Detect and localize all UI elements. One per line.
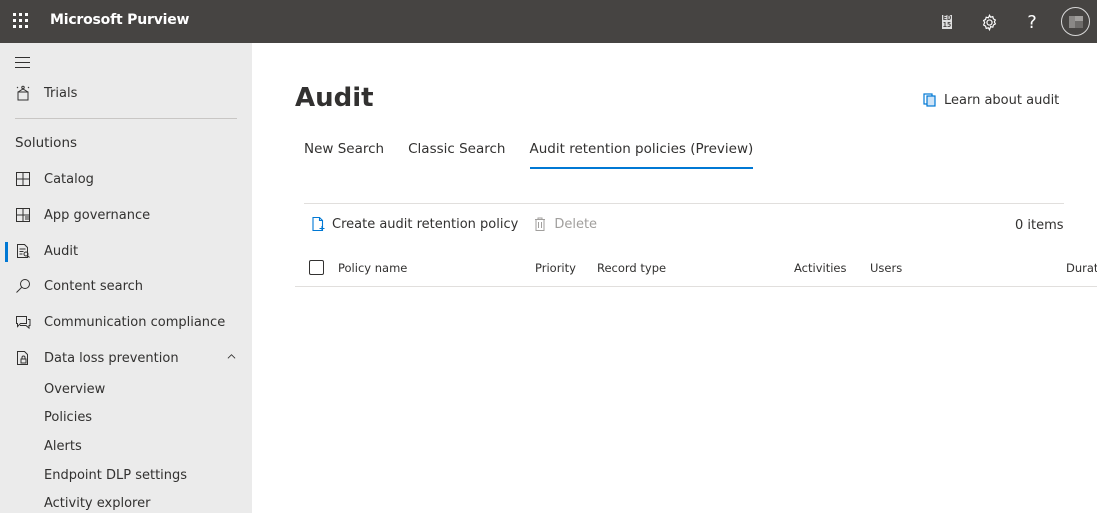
select-all-checkbox[interactable] [309,260,324,275]
dlp-icon [14,349,32,367]
sidebar-item-communication-compliance[interactable]: Communication compliance [0,306,252,338]
sidebar: Trials Solutions Catalog App governance … [0,43,252,513]
sidebar-subitem-overview[interactable]: Overview [44,382,105,397]
sidebar-item-label: Data loss prevention [44,350,179,366]
create-policy-label: Create audit retention policy [332,216,519,232]
trials-icon [14,84,32,102]
new-document-icon [312,216,325,232]
user-avatar[interactable] [1061,7,1090,36]
sidebar-item-content-search[interactable]: Content search [0,270,252,302]
command-bar: Create audit retention policy Delete [310,216,611,232]
trash-icon [535,217,546,231]
top-bar: Microsoft Purview ED 15 ? [0,0,1097,43]
sidebar-subitem-activity-explorer[interactable]: Activity explorer [44,496,150,511]
learn-about-audit-link[interactable]: Learn about audit [922,92,1059,108]
sidebar-item-app-governance[interactable]: App governance [0,199,252,231]
sidebar-subitem-policies[interactable]: Policies [44,410,92,425]
delete-button[interactable]: Delete [532,216,597,232]
sidebar-item-trials[interactable]: Trials [0,77,252,109]
create-policy-button[interactable]: Create audit retention policy [310,216,518,232]
chevron-up-icon[interactable] [227,352,236,361]
settings-gear-icon[interactable] [977,10,1001,34]
sidebar-item-label: Catalog [44,171,94,187]
table-header: Policy name Priority Record type Activit… [295,251,1097,287]
sidebar-item-label: Communication compliance [44,314,226,330]
learn-link-label: Learn about audit [944,92,1060,108]
sidebar-item-label: App governance [44,207,151,223]
delete-label: Delete [554,216,598,232]
hamburger-menu-icon[interactable] [15,57,30,68]
app-launcher-icon[interactable] [13,13,29,29]
sidebar-item-audit[interactable]: Audit [0,235,252,267]
tab-classic-search[interactable]: Classic Search [408,141,505,171]
audit-icon [14,242,32,260]
sidebar-item-label: Trials [44,85,78,101]
communication-icon [14,313,32,331]
sidebar-subitem-alerts[interactable]: Alerts [44,439,82,454]
ed-label-bottom: 15 [941,21,953,29]
sidebar-item-label: Audit [44,243,79,259]
command-bar-divider [304,203,1064,204]
catalog-icon [14,170,32,188]
sidebar-item-catalog[interactable]: Catalog [0,163,252,195]
main-content: Audit Learn about audit New Search Class… [252,43,1097,513]
tab-audit-retention-policies[interactable]: Audit retention policies (Preview) [529,141,753,171]
column-header-policy-name[interactable]: Policy name [338,261,407,275]
section-label-solutions: Solutions [15,135,78,151]
column-header-record-type[interactable]: Record type [597,261,666,275]
environment-badge-icon[interactable]: ED 15 [935,10,959,34]
sidebar-divider [15,118,237,119]
tab-list: New Search Classic Search Audit retentio… [304,141,777,171]
column-header-duration[interactable]: Durati [1066,261,1097,275]
documents-icon [923,93,936,107]
tab-new-search[interactable]: New Search [304,141,384,171]
column-header-priority[interactable]: Priority [535,261,576,275]
column-header-activities[interactable]: Activities [794,261,846,275]
sidebar-item-data-loss-prevention[interactable]: Data loss prevention [0,342,252,374]
app-title[interactable]: Microsoft Purview [50,12,189,28]
help-icon[interactable]: ? [1020,10,1044,34]
search-icon [14,277,32,295]
column-header-users[interactable]: Users [870,261,902,275]
app-governance-icon [14,206,32,224]
sidebar-subitem-endpoint-dlp-settings[interactable]: Endpoint DLP settings [44,468,187,483]
sidebar-item-label: Content search [44,278,144,294]
page-title: Audit [295,83,374,113]
item-count: 0 items [1015,218,1064,233]
